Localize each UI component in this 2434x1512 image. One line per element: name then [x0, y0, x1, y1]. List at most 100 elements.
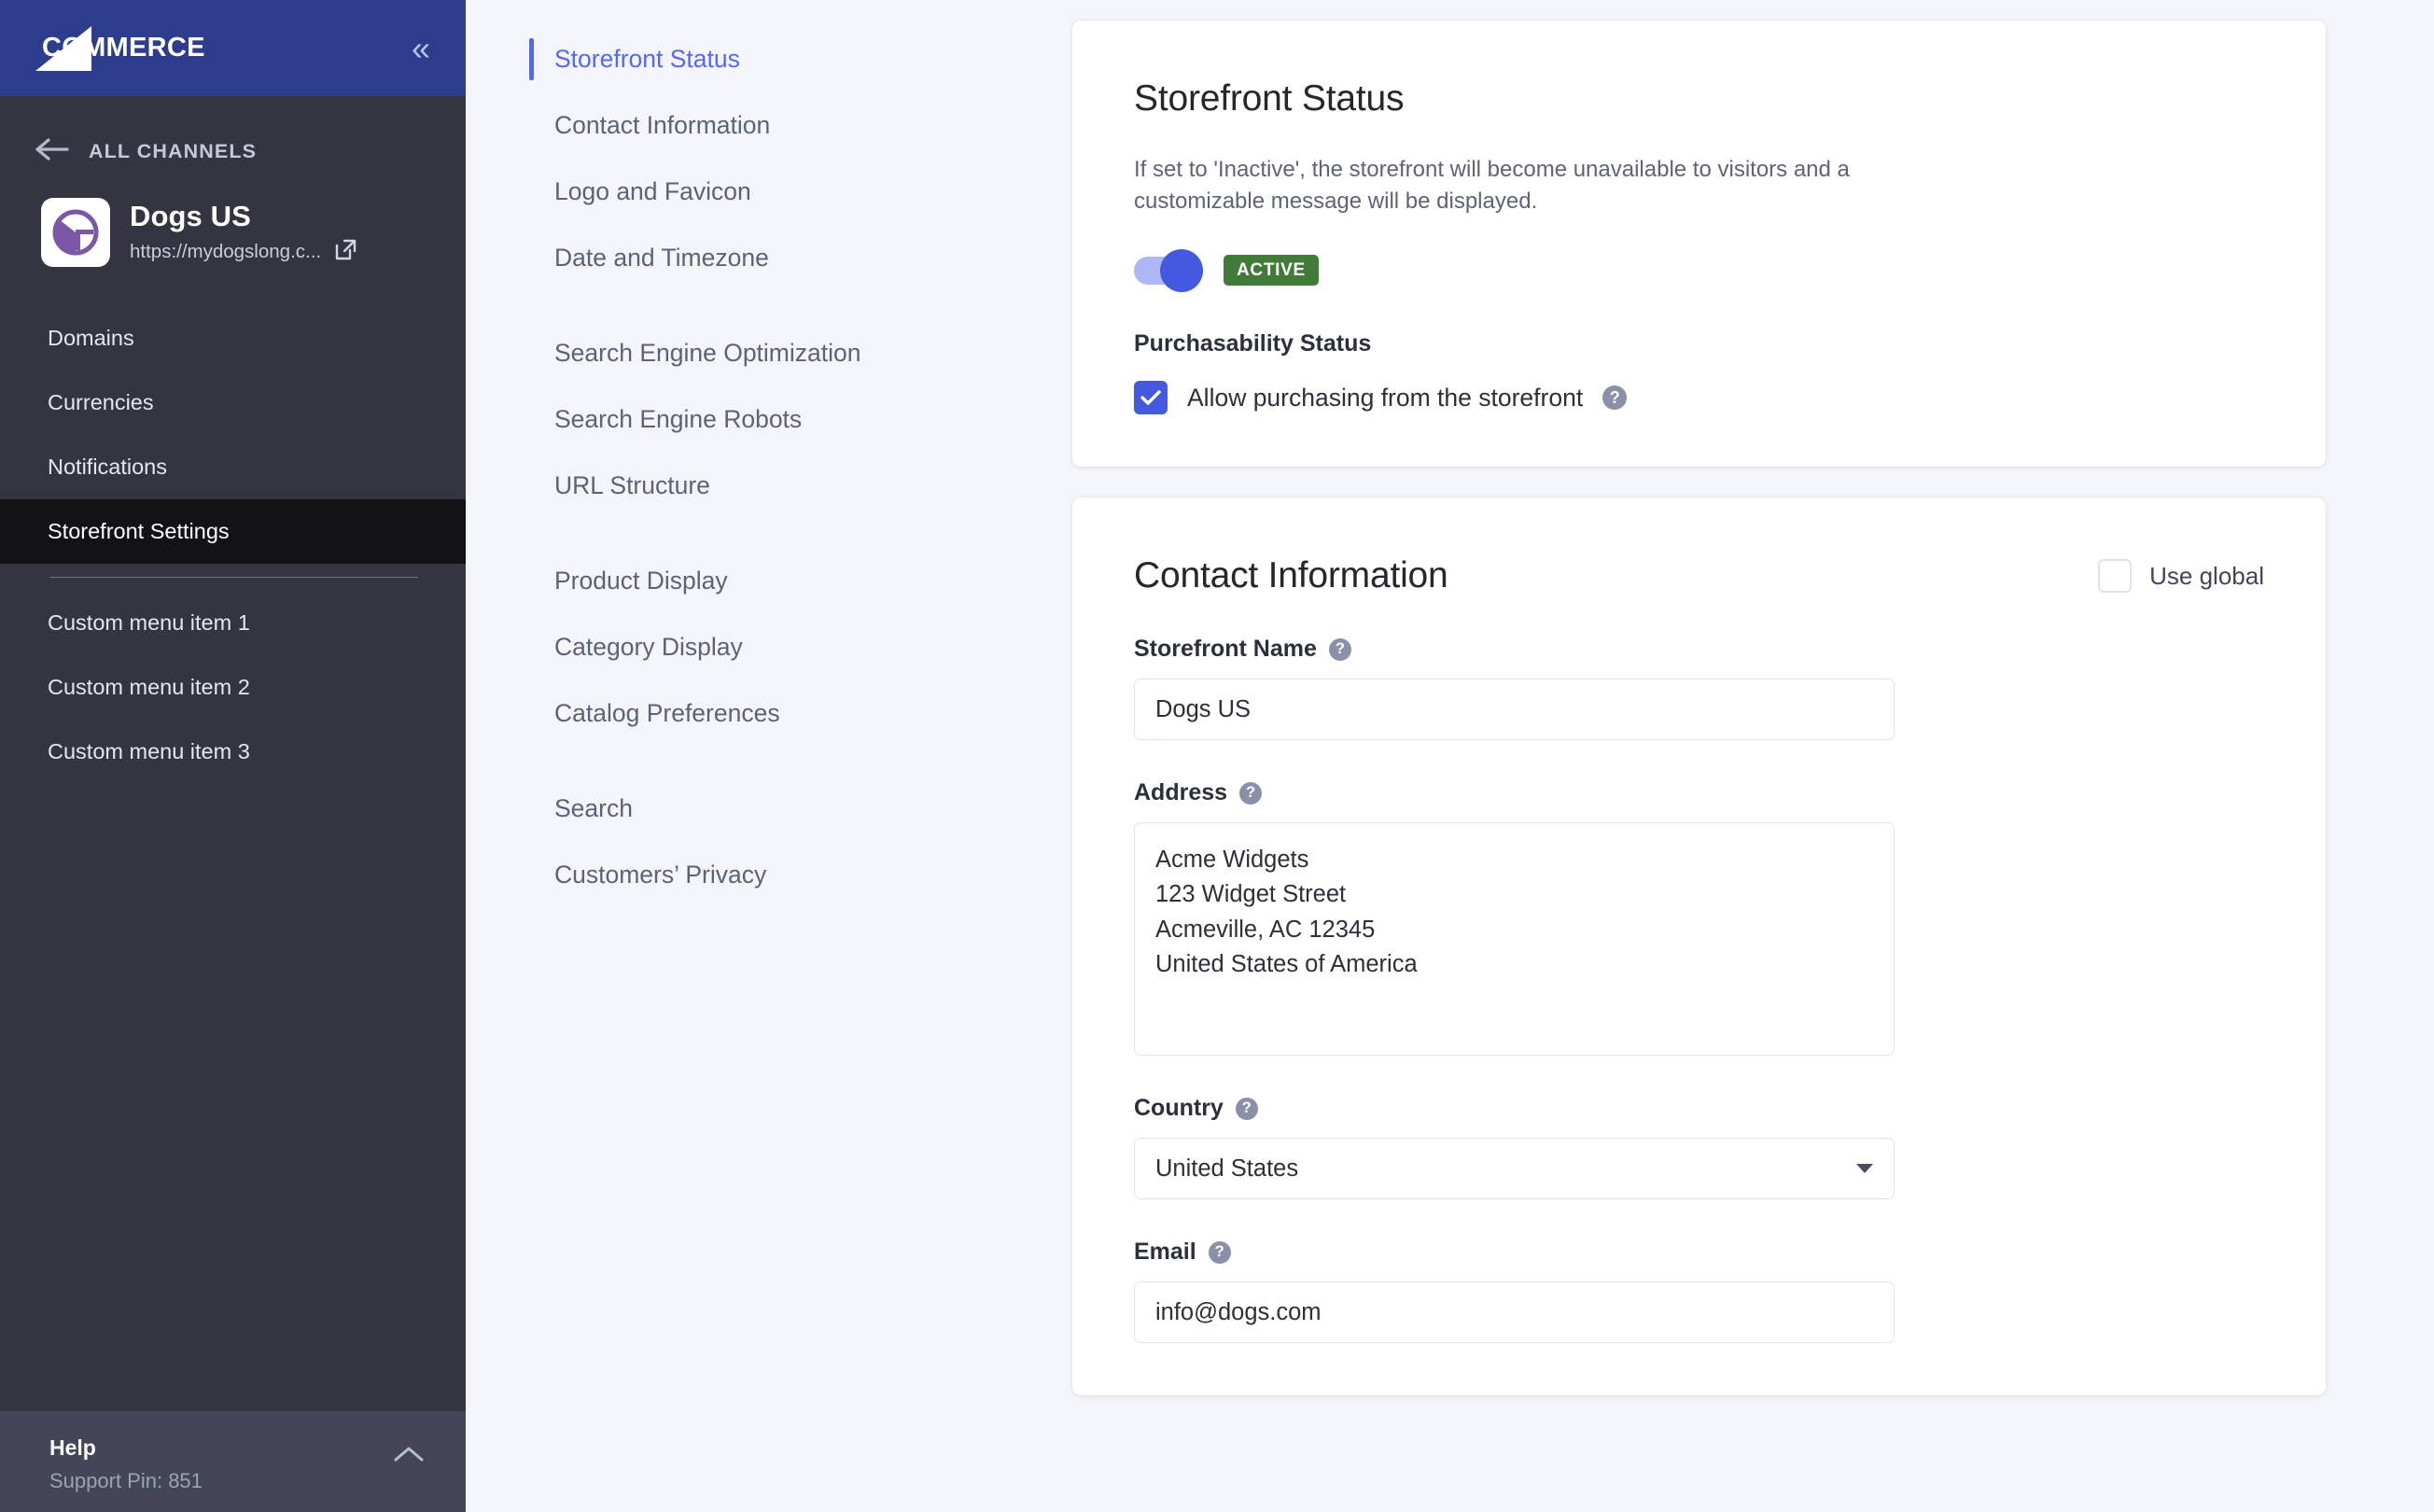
subnav-item-label: URL Structure [554, 471, 710, 500]
storefront-status-toggle-row: ACTIVE [1134, 255, 2264, 286]
question-mark-icon[interactable]: ? [1602, 385, 1627, 410]
question-mark-icon[interactable]: ? [1236, 1098, 1258, 1120]
sidebar-divider [49, 577, 418, 578]
sidebar-item-label: Custom menu item 1 [48, 610, 250, 636]
sidebar-item-custom-2[interactable]: Custom menu item 2 [0, 655, 466, 720]
contact-information-card: Contact Information Use global Storefron… [1072, 497, 2326, 1395]
chevron-double-left-icon[interactable]: « [412, 32, 430, 65]
help-subtitle: Support Pin: 851 [49, 1469, 203, 1493]
storefront-name-input[interactable]: Dogs US [1134, 679, 1895, 740]
subnav-item-label: Search [554, 794, 633, 823]
help-footer[interactable]: Help Support Pin: 851 [0, 1411, 466, 1512]
avatar [41, 198, 110, 267]
subnav-group-separator [466, 747, 1001, 776]
sidebar-item-label: Domains [48, 326, 134, 351]
allow-purchasing-checkbox[interactable] [1134, 381, 1168, 414]
check-icon [1140, 389, 1161, 406]
storefront-status-card: Storefront Status If set to 'Inactive', … [1072, 21, 2326, 467]
store-url-row[interactable]: https://mydogslong.c... [130, 238, 357, 266]
subnav-item-search-engine-robots[interactable]: Search Engine Robots [466, 386, 1001, 453]
bigcommerce-logo[interactable]: COMMERCE [34, 24, 205, 73]
use-global-label: Use global [2149, 562, 2264, 591]
subnav-item-search[interactable]: Search [466, 776, 1001, 842]
subnav-item-label: Product Display [554, 567, 728, 595]
arrow-left-icon [35, 137, 69, 166]
purchasability-status-label: Purchasability Status [1134, 330, 2264, 357]
sidebar-item-label: Custom menu item 3 [48, 739, 250, 764]
page-title: Storefront Status [1134, 78, 2264, 119]
email-label: Email [1134, 1239, 1196, 1266]
subnav-item-storefront-status[interactable]: Storefront Status [466, 26, 1001, 92]
country-select-value: United States [1155, 1155, 1298, 1183]
subnav-item-product-display[interactable]: Product Display [466, 548, 1001, 614]
sidebar-item-custom-1[interactable]: Custom menu item 1 [0, 591, 466, 655]
chevron-down-icon [1856, 1164, 1873, 1173]
all-channels-back-link[interactable]: ALL CHANNELS [0, 96, 466, 166]
sidebar-item-notifications[interactable]: Notifications [0, 435, 466, 499]
subnav-item-category-display[interactable]: Category Display [466, 614, 1001, 680]
storefront-status-description: If set to 'Inactive', the storefront wil… [1134, 154, 1899, 217]
subnav-item-label: Customers’ Privacy [554, 861, 766, 889]
subnav-item-catalog-preferences[interactable]: Catalog Preferences [466, 680, 1001, 747]
subnav-item-label: Search Engine Optimization [554, 339, 860, 368]
chevron-up-icon[interactable] [393, 1445, 425, 1468]
address-label: Address [1134, 779, 1227, 806]
external-link-icon[interactable] [334, 238, 357, 266]
question-mark-icon[interactable]: ? [1239, 782, 1262, 805]
secondary-nav: Storefront Status Contact Information Lo… [466, 0, 1001, 1512]
subnav-item-label: Search Engine Robots [554, 405, 802, 434]
store-summary[interactable]: Dogs US https://mydogslong.c... [0, 166, 466, 267]
subnav-item-label: Storefront Status [554, 45, 740, 74]
subnav-item-contact-information[interactable]: Contact Information [466, 92, 1001, 159]
country-label: Country [1134, 1095, 1224, 1122]
storefront-status-toggle[interactable] [1134, 257, 1197, 285]
sidebar-nav: Domains Currencies Notifications Storefr… [0, 306, 466, 784]
question-mark-icon[interactable]: ? [1329, 638, 1351, 661]
sidebar-item-custom-3[interactable]: Custom menu item 3 [0, 720, 466, 784]
all-channels-label: ALL CHANNELS [89, 140, 257, 163]
brand-bar: COMMERCE « [0, 0, 466, 96]
sidebar-item-label: Custom menu item 2 [48, 675, 250, 700]
subnav-item-date-and-timezone[interactable]: Date and Timezone [466, 225, 1001, 291]
address-textarea[interactable]: Acme Widgets 123 Widget Street Acmeville… [1134, 822, 1895, 1056]
subnav-item-customers-privacy[interactable]: Customers’ Privacy [466, 842, 1001, 908]
store-name: Dogs US [130, 200, 357, 233]
primary-sidebar: COMMERCE « ALL CHANNELS Dogs US [0, 0, 466, 1512]
storefront-name-field: Storefront Name ? Dogs US [1134, 636, 2264, 740]
sidebar-item-label: Storefront Settings [48, 519, 230, 544]
subnav-item-label: Category Display [554, 633, 743, 662]
email-input[interactable]: info@dogs.com [1134, 1281, 1895, 1343]
email-field: Email ? info@dogs.com [1134, 1239, 2264, 1343]
sidebar-item-currencies[interactable]: Currencies [0, 371, 466, 435]
country-field: Country ? United States [1134, 1095, 2264, 1199]
subnav-item-label: Contact Information [554, 111, 770, 140]
subnav-item-url-structure[interactable]: URL Structure [466, 453, 1001, 519]
storefront-name-label-row: Storefront Name ? [1134, 636, 2264, 663]
sidebar-item-domains[interactable]: Domains [0, 306, 466, 371]
subnav-group-separator [466, 519, 1001, 548]
question-mark-icon[interactable]: ? [1209, 1241, 1231, 1264]
use-global-toggle[interactable]: Use global [2098, 559, 2264, 593]
allow-purchasing-label: Allow purchasing from the storefront [1187, 384, 1583, 413]
subnav-item-logo-and-favicon[interactable]: Logo and Favicon [466, 159, 1001, 225]
allow-purchasing-row: Allow purchasing from the storefront ? [1134, 381, 2264, 414]
app-root: COMMERCE « ALL CHANNELS Dogs US [0, 0, 2434, 1512]
sidebar-item-storefront-settings[interactable]: Storefront Settings [0, 499, 466, 564]
country-label-row: Country ? [1134, 1095, 2264, 1122]
status-badge: ACTIVE [1224, 255, 1319, 286]
help-title: Help [49, 1435, 203, 1461]
country-select[interactable]: United States [1134, 1138, 1895, 1199]
use-global-checkbox[interactable] [2098, 559, 2132, 593]
sidebar-item-label: Notifications [48, 455, 167, 480]
store-url: https://mydogslong.c... [130, 241, 321, 263]
main-content: Storefront Status If set to 'Inactive', … [1001, 0, 2434, 1512]
subnav-item-label: Logo and Favicon [554, 177, 751, 206]
email-label-row: Email ? [1134, 1239, 2264, 1266]
subnav-item-label: Catalog Preferences [554, 699, 780, 728]
toggle-knob [1160, 249, 1203, 292]
subnav-item-search-engine-optimization[interactable]: Search Engine Optimization [466, 320, 1001, 386]
subnav-item-label: Date and Timezone [554, 244, 769, 273]
contact-information-title: Contact Information [1134, 555, 1448, 596]
storefront-name-label: Storefront Name [1134, 636, 1317, 663]
subnav-group-separator [466, 291, 1001, 320]
